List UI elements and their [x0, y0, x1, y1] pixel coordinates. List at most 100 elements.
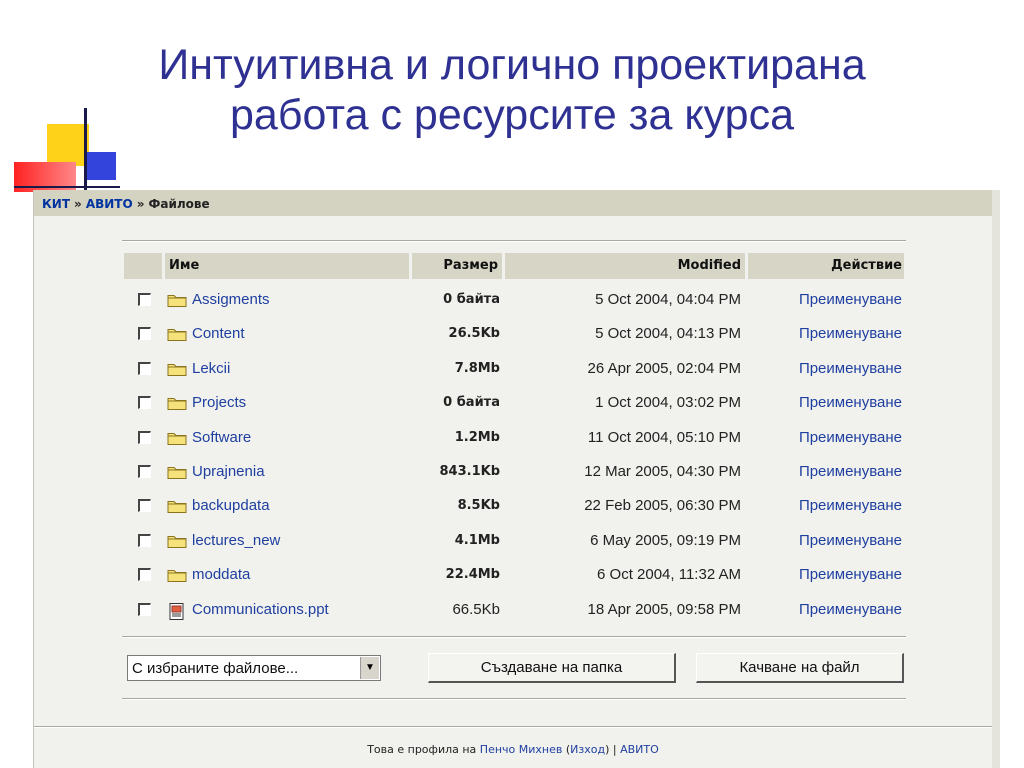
- table-row: backupdata 8.5Kb 22 Feb 2005, 06:30 PM Преи…: [124, 489, 904, 523]
- file-size-cell: 4.1Mb: [454, 532, 500, 548]
- rename-link[interactable]: Преименуване: [748, 593, 902, 627]
- footer-user-link[interactable]: Пенчо Михнев: [480, 743, 563, 756]
- selected-files-dropdown[interactable]: С избраните файлове... ▼: [127, 655, 381, 681]
- table-row: Communications.ppt 66.5Kb 18 Apr 2005, 09:…: [124, 593, 904, 627]
- table-row: Uprajnenia 843.1Kb 12 Mar 2005, 04:30 PM Пр…: [124, 455, 904, 489]
- file-name-link[interactable]: backupdata: [192, 497, 270, 514]
- file-modified-cell: 26 Apr 2005, 02:04 PM: [587, 359, 741, 377]
- row-checkbox[interactable]: [138, 361, 151, 375]
- row-checkbox[interactable]: [138, 396, 151, 410]
- decor-vertical-line: [84, 108, 87, 192]
- file-modified-cell: 12 Mar 2005, 04:30 PM: [584, 463, 741, 480]
- table-row: lectures_new 4.1Mb 6 May 2005, 09:19 PM Пре…: [124, 524, 904, 558]
- row-checkbox[interactable]: [138, 533, 151, 547]
- header-select: [124, 253, 162, 279]
- file-modified-cell: 5 Oct 2004, 04:04 PM: [595, 291, 741, 308]
- file-name-link[interactable]: lectures_new: [192, 532, 280, 549]
- folder-icon: [167, 499, 187, 514]
- file-name-link[interactable]: Software: [192, 429, 251, 446]
- file-name-link[interactable]: moddata: [192, 566, 250, 583]
- folder-icon: [167, 534, 187, 548]
- table-row: moddata 22.4Mb 6 Oct 2004, 11:32 AM Преимен…: [124, 558, 904, 592]
- decor-horizontal-line: [14, 186, 120, 188]
- file-modified-cell: 18 Apr 2005, 09:58 PM: [587, 600, 741, 618]
- file-size-cell: 0 байта: [443, 292, 500, 307]
- file-name-cell: moddata: [192, 558, 250, 592]
- file-modified-cell: 6 May 2005, 09:19 PM: [590, 531, 741, 549]
- file-size-cell: 1.2Mb: [454, 429, 500, 445]
- folder-icon: [167, 293, 187, 307]
- slide-title-line2: работа с ресурсите за курса: [229, 91, 795, 139]
- breadcrumb-link-kit[interactable]: КИТ: [42, 197, 70, 211]
- rename-link[interactable]: Преименуване: [748, 524, 902, 558]
- footer-logout-link[interactable]: Изход: [570, 743, 605, 756]
- file-name-link[interactable]: Projects: [192, 394, 246, 411]
- breadcrumb-link-avito[interactable]: АВИТО: [86, 197, 133, 211]
- file-name-link[interactable]: Content: [192, 325, 245, 342]
- row-checkbox[interactable]: [138, 327, 151, 341]
- folder-icon: [167, 568, 187, 583]
- folder-icon: [167, 396, 187, 411]
- table-row: Content 26.5Kb 5 Oct 2004, 04:13 PM Преимен…: [124, 317, 904, 351]
- file-name-link[interactable]: Lekcii: [192, 360, 230, 377]
- table-row: Lekcii 7.8Mb 26 Apr 2005, 02:04 PM Преимену…: [124, 352, 904, 386]
- decor-blue-square: [86, 152, 116, 180]
- rename-link[interactable]: Преименуване: [748, 386, 902, 420]
- rename-link[interactable]: Преименуване: [748, 352, 902, 386]
- slide-title: Интуитивна и логично проектирана работа …: [60, 40, 964, 140]
- file-name-link[interactable]: Communications.ppt: [192, 601, 329, 618]
- footer-prefix: Това е профила на: [367, 743, 477, 756]
- selected-files-dropdown-value: С избраните файлове...: [132, 660, 299, 677]
- footer-course-link[interactable]: АВИТО: [620, 743, 659, 756]
- file-name-link[interactable]: Uprajnenia: [192, 463, 265, 480]
- file-size-cell: 8.5Kb: [457, 498, 500, 514]
- file-name-cell: Software: [192, 421, 251, 455]
- rename-link[interactable]: Преименуване: [748, 283, 902, 317]
- upload-file-button[interactable]: Качване на файл: [696, 653, 904, 683]
- row-checkbox[interactable]: [138, 430, 151, 444]
- file-modified-cell: 1 Oct 2004, 03:02 PM: [595, 394, 741, 412]
- file-modified-cell: 6 Oct 2004, 11:32 AM: [597, 566, 741, 584]
- row-checkbox[interactable]: [138, 293, 151, 306]
- file-name-cell: Lekcii: [192, 352, 230, 386]
- rename-link[interactable]: Преименуване: [748, 421, 902, 455]
- file-name-link[interactable]: Assigments: [192, 291, 270, 308]
- table-row: Assigments 0 байта 5 Oct 2004, 04:04 PM Пре…: [124, 283, 904, 317]
- middle-divider: [122, 636, 906, 638]
- footer-divider: [34, 726, 992, 728]
- row-checkbox[interactable]: [138, 465, 151, 478]
- row-checkbox[interactable]: [138, 499, 151, 513]
- file-size-cell: 843.1Kb: [439, 464, 501, 479]
- rename-link[interactable]: Преименуване: [748, 455, 902, 489]
- slide-title-line1: Интуитивна и логично проектирана: [158, 41, 866, 89]
- screenshot-scrollbar-edge: [991, 190, 1000, 768]
- file-name-cell: Assigments: [192, 283, 270, 317]
- footer: Това е профила на Пенчо Михнев (Изход) |…: [367, 743, 659, 756]
- rename-link[interactable]: Преименуване: [748, 558, 902, 592]
- file-size-cell: 26.5Kb: [448, 326, 500, 342]
- file-name-cell: backupdata: [192, 489, 270, 523]
- rename-link[interactable]: Преименуване: [748, 317, 902, 351]
- file-modified-cell: 22 Feb 2005, 06:30 PM: [584, 497, 741, 515]
- row-checkbox[interactable]: [138, 602, 151, 616]
- create-folder-button[interactable]: Създаване на папка: [428, 653, 676, 683]
- row-checkbox[interactable]: [138, 568, 151, 582]
- file-name-cell: Projects: [192, 386, 246, 420]
- file-size-cell: 0 байта: [443, 395, 500, 411]
- rename-link[interactable]: Преименуване: [748, 489, 902, 523]
- file-modified-cell: 11 Oct 2004, 05:10 PM: [587, 428, 741, 446]
- header-size[interactable]: Размер: [412, 253, 502, 279]
- decor-yellow-square: [47, 124, 89, 166]
- chevron-down-icon[interactable]: ▼: [360, 657, 379, 679]
- file-manager-screenshot: КИТ» АВИТО» Файлове Име Размер Modified Де…: [33, 190, 992, 768]
- file-modified-cell: 5 Oct 2004, 04:13 PM: [595, 325, 741, 343]
- folder-icon: [167, 327, 187, 342]
- breadcrumb: КИТ» АВИТО» Файлове: [34, 190, 992, 216]
- header-name[interactable]: Име: [165, 253, 409, 279]
- header-modified[interactable]: Modified: [505, 253, 745, 279]
- table-row: Software 1.2Mb 11 Oct 2004, 05:10 PM Преиме…: [124, 421, 904, 455]
- breadcrumb-separator: »: [136, 197, 145, 211]
- file-name-cell: Communications.ppt: [192, 593, 329, 627]
- folder-icon: [167, 362, 187, 376]
- folder-icon: [167, 465, 187, 479]
